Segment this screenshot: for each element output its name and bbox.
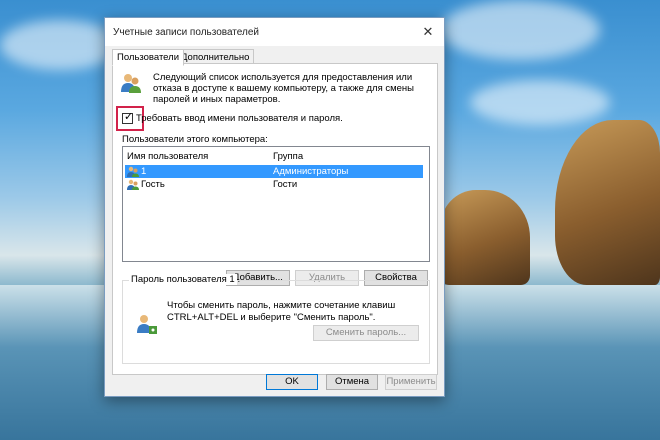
- require-login-label[interactable]: Требовать ввод имени пользователя и паро…: [136, 113, 343, 124]
- cloud: [440, 0, 600, 60]
- description-text: Следующий список используется для предос…: [153, 72, 414, 105]
- user-icon: [127, 166, 139, 177]
- users-icon: [121, 74, 141, 93]
- table-row[interactable]: 1 Администраторы: [125, 165, 423, 178]
- cloud: [470, 80, 610, 125]
- user-accounts-dialog: Учетные записи пользователей ✕ Пользоват…: [104, 17, 445, 397]
- title-bar[interactable]: Учетные записи пользователей ✕: [105, 18, 444, 46]
- rock: [440, 190, 530, 285]
- cancel-button[interactable]: Отмена: [326, 374, 378, 390]
- user-icon: [127, 179, 139, 190]
- close-button[interactable]: ✕: [412, 18, 444, 46]
- column-header-username[interactable]: Имя пользователя: [127, 151, 208, 162]
- rock-arch: [555, 120, 660, 285]
- cloud: [0, 20, 120, 70]
- password-group-title: Пароль пользователя 1: [129, 274, 237, 285]
- column-header-group[interactable]: Группа: [273, 151, 303, 162]
- ok-button[interactable]: OK: [266, 374, 318, 390]
- tab-users[interactable]: Пользователи: [112, 49, 185, 66]
- table-row[interactable]: Гость Гости: [125, 178, 423, 191]
- users-listview[interactable]: Имя пользователя Группа 1 Администраторы: [122, 146, 430, 262]
- row-group: Администраторы: [273, 166, 349, 177]
- users-list-caption: Пользователи этого компьютера:: [122, 134, 268, 145]
- row-username: Гость: [141, 179, 165, 190]
- password-group: Пароль пользователя 1 Чтобы сменить паро…: [122, 274, 430, 364]
- user-key-icon: [137, 315, 157, 334]
- apply-button[interactable]: Применить: [385, 374, 437, 390]
- change-password-button[interactable]: Сменить пароль...: [313, 325, 419, 341]
- row-group: Гости: [273, 179, 298, 190]
- password-instructions: Чтобы сменить пароль, нажмите сочетание …: [167, 300, 396, 323]
- dialog-body: Пользователи Дополнительно Следующий спи…: [105, 46, 444, 396]
- window-title: Учетные записи пользователей: [113, 27, 259, 38]
- row-username: 1: [141, 166, 147, 177]
- users-tab-panel: Следующий список используется для предос…: [112, 63, 438, 375]
- list-header: Имя пользователя Группа: [123, 149, 429, 163]
